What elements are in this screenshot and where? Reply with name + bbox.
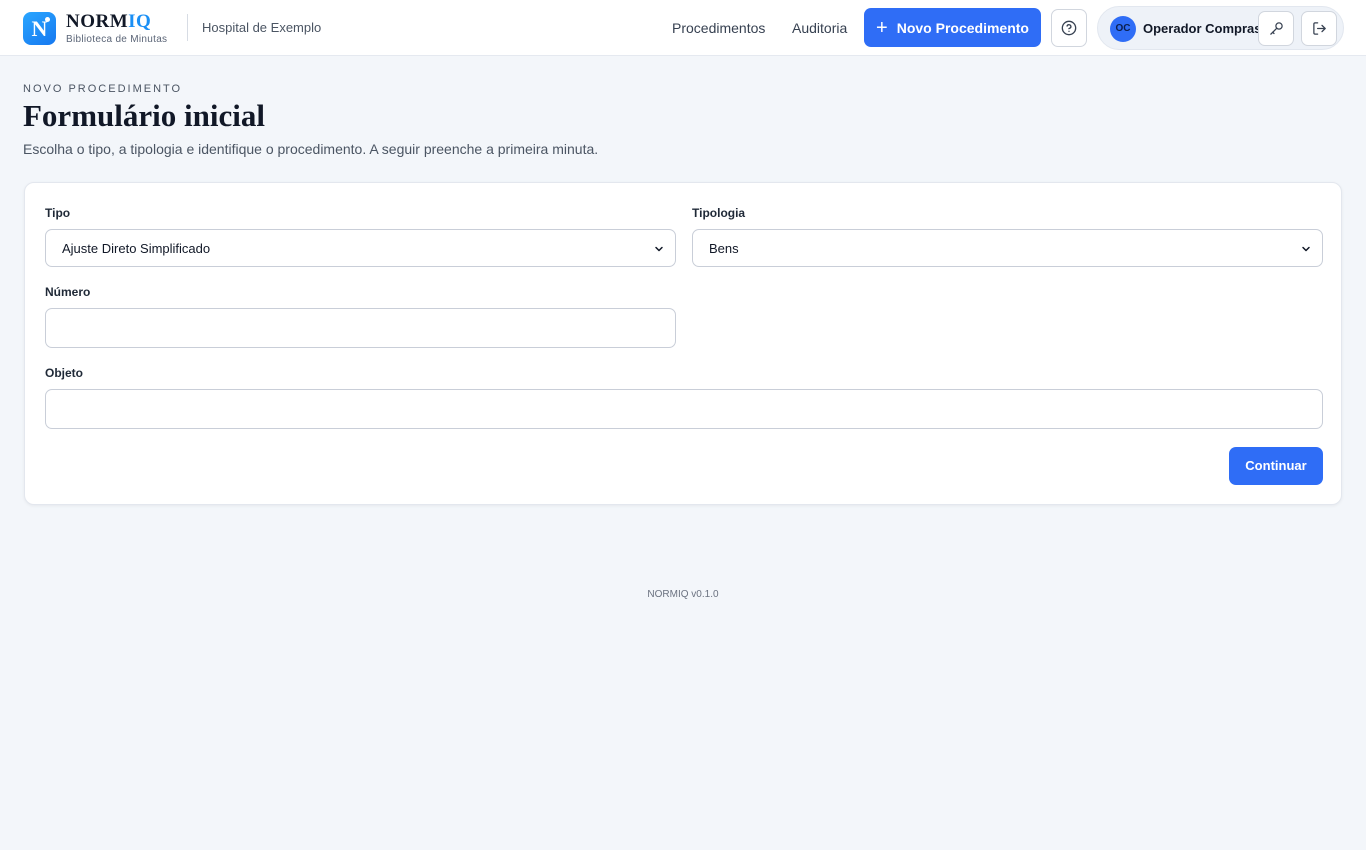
tipologia-select[interactable]: Bens xyxy=(692,229,1323,267)
top-header: N NORMIQ Biblioteca de Minutas Hospital … xyxy=(0,0,1366,56)
header-divider xyxy=(187,14,188,41)
organization-name: Hospital de Exemplo xyxy=(202,20,322,35)
brand-logo-link[interactable]: N NORMIQ Biblioteca de Minutas xyxy=(23,12,167,45)
tipologia-label: Tipologia xyxy=(692,206,746,220)
brand-subtitle: Biblioteca de Minutas xyxy=(66,33,168,45)
nav-link-auditoria[interactable]: Auditoria xyxy=(792,20,847,36)
page-eyebrow: NOVO PROCEDIMENTO xyxy=(23,83,183,95)
logo-dot xyxy=(45,17,50,22)
page-title: Formulário inicial xyxy=(23,98,265,133)
tipologia-selected-value: Bens xyxy=(709,241,739,256)
tipo-select[interactable]: Ajuste Direto Simplificado xyxy=(45,229,676,267)
plus-icon: + xyxy=(876,16,888,39)
brand-text: NORMIQ Biblioteca de Minutas xyxy=(66,10,168,45)
brand-name-part2: IQ xyxy=(128,10,152,32)
logout-button[interactable] xyxy=(1301,11,1337,46)
new-procedure-button[interactable]: + Novo Procedimento xyxy=(864,8,1041,47)
change-password-button[interactable] xyxy=(1258,11,1294,46)
tipo-label: Tipo xyxy=(45,206,71,220)
chevron-down-icon xyxy=(655,246,663,252)
numero-label: Número xyxy=(45,285,91,299)
help-button[interactable] xyxy=(1051,9,1087,47)
logout-icon xyxy=(1312,22,1326,35)
brand-name: NORMIQ xyxy=(66,10,167,32)
continue-button[interactable]: Continuar xyxy=(1229,447,1323,485)
brand-name-part1: NORM xyxy=(66,10,129,32)
page-subtitle: Escolha o tipo, a tipologia e identifiqu… xyxy=(23,141,599,157)
normiq-logo-icon: N xyxy=(23,12,56,45)
objeto-label: Objeto xyxy=(45,366,83,380)
new-procedure-label: Novo Procedimento xyxy=(896,19,1029,36)
avatar[interactable]: OC xyxy=(1110,16,1136,42)
key-icon xyxy=(1269,22,1283,35)
question-circle-icon xyxy=(1061,20,1077,36)
procedure-form-card: Tipo Ajuste Direto Simplificado Tipologi… xyxy=(24,182,1342,505)
nav-link-procedimentos[interactable]: Procedimentos xyxy=(672,20,765,36)
tipo-selected-value: Ajuste Direto Simplificado xyxy=(62,241,211,256)
footer-version: NORMIQ v0.1.0 xyxy=(647,589,719,600)
chevron-down-icon xyxy=(1302,246,1310,252)
user-menu: OC Operador Compras xyxy=(1097,6,1344,50)
numero-input[interactable] xyxy=(45,308,676,348)
user-name: Operador Compras xyxy=(1143,21,1262,36)
objeto-input[interactable] xyxy=(45,389,1323,429)
